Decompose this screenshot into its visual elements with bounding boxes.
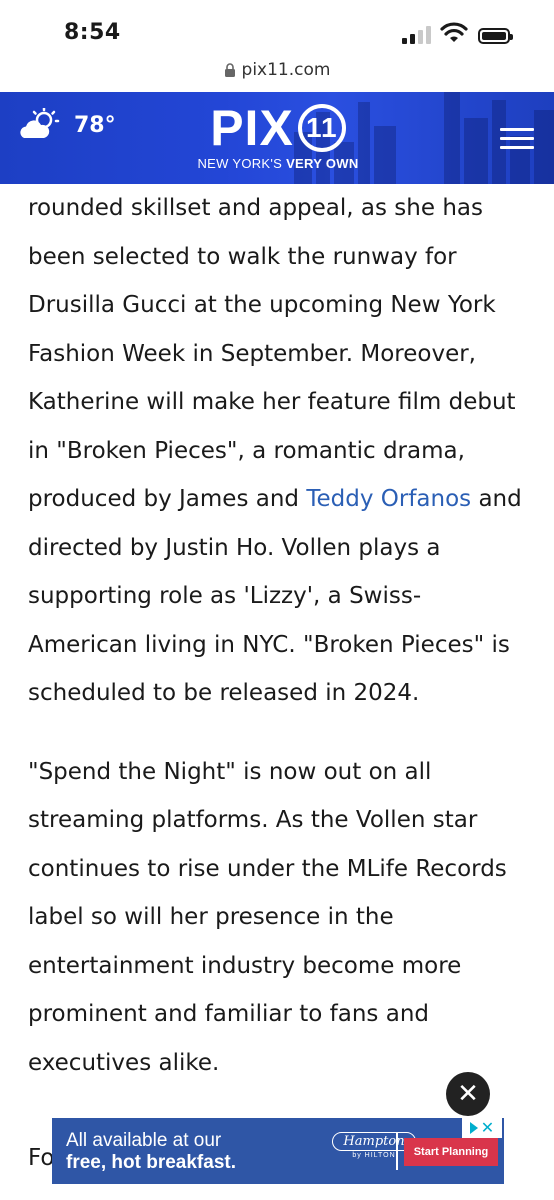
battery-icon xyxy=(478,28,513,44)
logo-tagline: NEW YORK'S VERY OWN xyxy=(188,156,368,171)
hamburger-menu-icon[interactable] xyxy=(500,128,534,152)
start-planning-button[interactable]: Start Planning xyxy=(404,1138,498,1166)
ad-divider xyxy=(396,1132,398,1170)
adchoices-icon[interactable]: ✕ xyxy=(462,1118,502,1138)
ad-line-2: free, hot breakfast. xyxy=(66,1152,236,1173)
status-time: 8:54 xyxy=(64,20,121,45)
tagline-regular: NEW YORK'S xyxy=(197,156,287,171)
partly-cloudy-icon xyxy=(20,108,60,138)
teddy-orfanos-link[interactable]: Teddy Orfanos xyxy=(306,486,471,512)
tagline-bold: VERY OWN xyxy=(286,156,359,171)
paragraph-text: and directed by Justin Ho. Vollen plays … xyxy=(28,486,522,706)
article-text-peek: Fo xyxy=(28,1145,55,1171)
pix11-logo[interactable]: PIX 11 NEW YORK'S VERY OWN xyxy=(188,102,368,178)
article-paragraph: rounded skillset and appeal, as she has … xyxy=(28,184,528,718)
article-body: rounded skillset and appeal, as she has … xyxy=(28,184,528,1087)
cellular-signal-icon xyxy=(402,26,432,44)
ad-copy: All available at our free, hot breakfast… xyxy=(66,1130,236,1174)
url-text: pix11.com xyxy=(241,60,331,80)
site-header: 78° PIX 11 NEW YORK'S VERY OWN xyxy=(0,92,554,184)
status-bar: 8:54 xyxy=(0,0,554,58)
ad-banner[interactable]: All available at our free, hot breakfast… xyxy=(52,1118,504,1184)
wifi-icon xyxy=(440,22,468,42)
temperature: 78° xyxy=(74,112,116,138)
close-ad-button[interactable]: ✕ xyxy=(446,1072,490,1116)
ad-line-1: All available at our xyxy=(66,1130,222,1151)
address-bar[interactable]: pix11.com xyxy=(0,58,554,92)
weather-widget[interactable]: 78° xyxy=(18,108,116,142)
article-paragraph: "Spend the Night" is now out on all stre… xyxy=(28,758,507,1076)
lock-icon xyxy=(224,62,235,77)
paragraph-text: rounded skillset and appeal, as she has … xyxy=(28,195,516,512)
logo-number: 11 xyxy=(297,104,346,152)
logo-text: PIX xyxy=(210,100,294,156)
